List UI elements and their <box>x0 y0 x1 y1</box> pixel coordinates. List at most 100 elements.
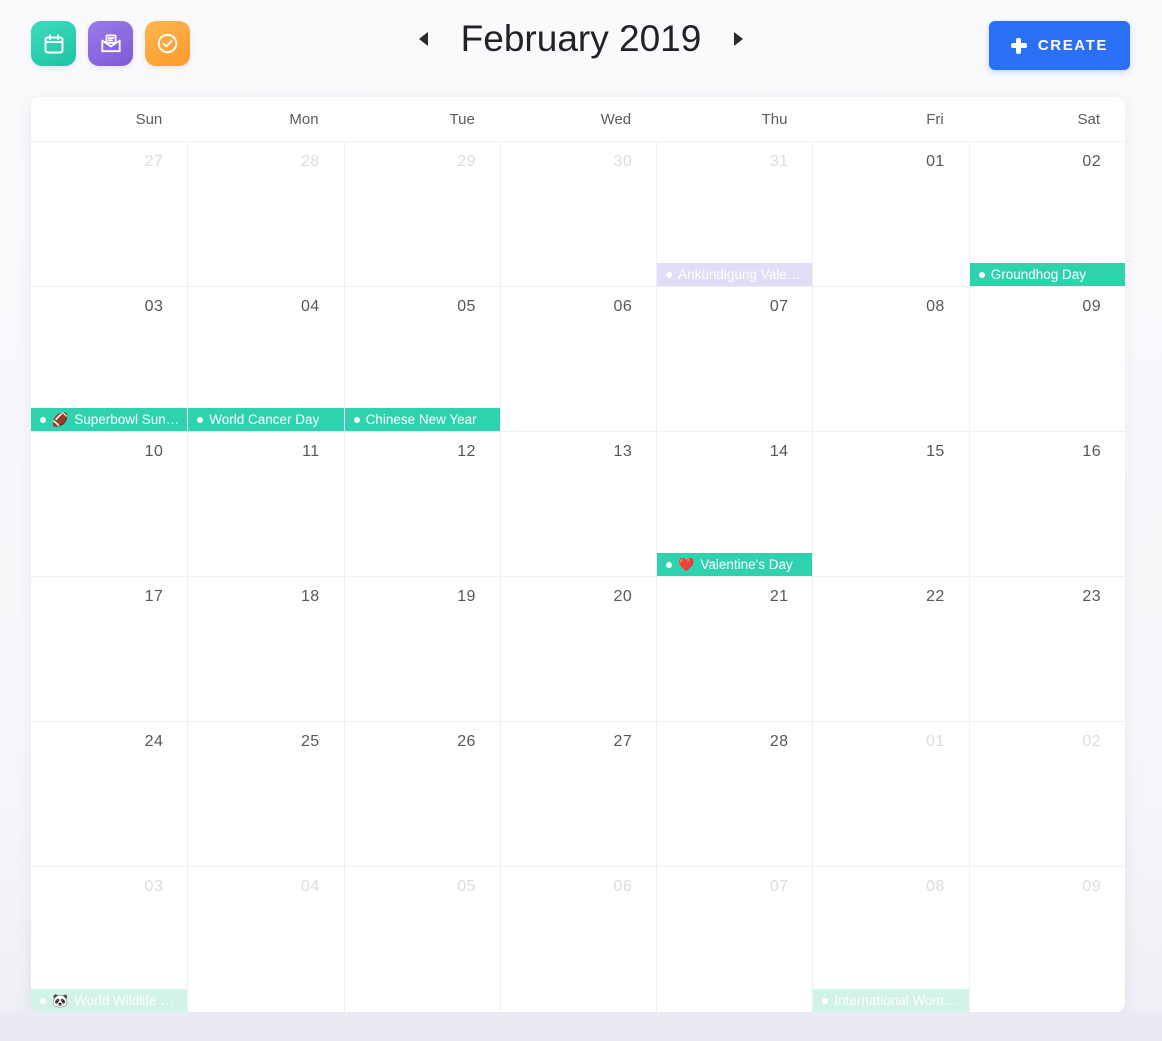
day-cell[interactable]: 05 <box>343 867 500 1012</box>
event-stack: Ankündigung Valen… <box>657 263 813 286</box>
day-cell[interactable]: 08 International Wom… <box>812 867 969 1012</box>
plus-icon <box>1010 37 1027 54</box>
day-cell[interactable]: 06 <box>499 287 656 431</box>
day-number: 06 <box>613 298 633 315</box>
day-cell[interactable]: 17 <box>31 577 187 721</box>
day-cell[interactable]: 23 <box>968 577 1125 721</box>
event-dot-icon <box>40 416 46 423</box>
weekday-header-thu: Thu <box>761 110 788 128</box>
footer-strip <box>0 1012 1162 1041</box>
mail-app-icon[interactable] <box>88 21 133 66</box>
calendar-app: February 2019 CREATE Sun Mon Tue Wed Thu Fri S… <box>0 0 1162 1041</box>
day-cell[interactable]: 08 <box>812 287 968 431</box>
day-number: 09 <box>1082 298 1101 315</box>
chevron-right-icon <box>733 32 743 46</box>
day-cell[interactable]: 14 ❤️ Valentine's Day <box>656 432 813 576</box>
create-button-label: CREATE <box>1037 37 1108 54</box>
event-stack: International Wom… <box>813 989 969 1012</box>
day-cell[interactable]: 21 <box>656 577 812 721</box>
event-stack: World Cancer Day <box>188 408 344 431</box>
calendar-app-icon[interactable] <box>31 21 76 66</box>
top-bar: February 2019 CREATE <box>0 0 1162 92</box>
day-cell[interactable]: 27 <box>31 142 187 286</box>
calendar-event[interactable]: 🏈 Superbowl Sund… <box>31 408 188 431</box>
day-number: 02 <box>1082 153 1101 170</box>
event-dot-icon <box>40 997 46 1004</box>
day-cell[interactable]: 18 <box>187 577 343 721</box>
calendar-event[interactable]: Ankündigung Valen… <box>657 263 813 286</box>
day-cell[interactable]: 03 🏈 Superbowl Sund… <box>31 287 188 431</box>
day-cell[interactable]: 29 <box>343 142 500 286</box>
day-number: 19 <box>457 588 476 605</box>
day-cell[interactable]: 04 <box>187 867 343 1012</box>
day-cell[interactable]: 26 <box>343 722 500 866</box>
calendar-event[interactable]: Chinese New Year <box>344 408 500 431</box>
day-number: 13 <box>613 443 633 460</box>
day-cell[interactable]: 25 <box>187 722 343 866</box>
day-number: 30 <box>613 153 633 170</box>
day-number: 09 <box>1082 878 1101 895</box>
calendar-event[interactable]: ❤️ Valentine's Day <box>657 553 813 576</box>
day-cell[interactable]: 07 <box>656 287 812 431</box>
event-stack: ❤️ Valentine's Day <box>657 553 813 576</box>
event-emoji-icon: 🏈 <box>52 412 69 427</box>
app-switcher <box>31 21 190 66</box>
day-cell[interactable]: 28 <box>656 722 812 866</box>
day-number: 05 <box>457 878 476 895</box>
calendar-event[interactable]: 🐼 World Wildlife Day <box>31 989 188 1012</box>
previous-month-button[interactable] <box>413 19 435 59</box>
day-cell[interactable]: 22 <box>812 577 968 721</box>
day-cell[interactable]: 02 <box>968 722 1125 866</box>
day-number: 12 <box>457 443 476 460</box>
day-cell[interactable]: 09 <box>968 287 1125 431</box>
day-number: 23 <box>1082 588 1101 605</box>
calendar-icon <box>42 32 66 56</box>
day-cell[interactable]: 27 <box>499 722 656 866</box>
event-dot-icon <box>353 416 360 423</box>
event-stack: Chinese New Year <box>344 408 500 431</box>
day-cell[interactable]: 05 Chinese New Year <box>343 287 500 431</box>
day-cell[interactable]: 02 Groundhog Day <box>968 142 1125 286</box>
week-row: 17 18 19 20 21 22 23 <box>31 577 1125 722</box>
next-month-button[interactable] <box>727 19 749 59</box>
day-cell[interactable]: 20 <box>499 577 656 721</box>
day-cell[interactable]: 19 <box>343 577 500 721</box>
event-title: World Cancer Day <box>209 412 320 427</box>
day-cell[interactable]: 12 <box>343 432 500 576</box>
day-cell[interactable]: 15 <box>812 432 968 576</box>
day-cell[interactable]: 28 <box>187 142 343 286</box>
day-number: 18 <box>300 588 320 605</box>
day-cell[interactable]: 10 <box>31 432 187 576</box>
day-cell[interactable]: 16 <box>968 432 1125 576</box>
day-cell[interactable]: 09 <box>968 867 1125 1012</box>
day-number: 16 <box>1082 443 1101 460</box>
day-number: 08 <box>926 878 945 895</box>
event-dot-icon <box>666 561 673 568</box>
day-cell[interactable]: 01 <box>812 722 968 866</box>
calendar-event[interactable]: World Cancer Day <box>188 408 344 431</box>
day-cell[interactable]: 01 <box>812 142 968 286</box>
day-cell[interactable]: 07 <box>656 867 812 1012</box>
tasks-app-icon[interactable] <box>145 21 190 66</box>
day-cell[interactable]: 24 <box>31 722 187 866</box>
weekday-header-sat: Sat <box>1077 110 1100 128</box>
calendar-event[interactable]: Groundhog Day <box>969 263 1125 286</box>
create-button[interactable]: CREATE <box>988 21 1130 70</box>
day-number: 21 <box>769 588 789 605</box>
day-number: 04 <box>300 878 320 895</box>
day-number: 07 <box>769 298 789 315</box>
day-cell[interactable]: 03 🐼 World Wildlife Day <box>31 867 188 1012</box>
day-cell[interactable]: 04 World Cancer Day <box>187 287 344 431</box>
day-cell[interactable]: 30 <box>499 142 656 286</box>
day-cell[interactable]: 06 <box>499 867 656 1012</box>
calendar-event[interactable]: International Wom… <box>813 989 969 1012</box>
day-cell[interactable]: 11 <box>187 432 343 576</box>
day-cell[interactable]: 31 Ankündigung Valen… <box>656 142 813 286</box>
day-number: 27 <box>144 153 164 170</box>
day-number: 28 <box>300 153 320 170</box>
day-cell[interactable]: 13 <box>499 432 656 576</box>
day-number: 15 <box>926 443 945 460</box>
event-title: Ankündigung Valen… <box>678 267 807 282</box>
event-stack: 🏈 Superbowl Sund… <box>31 408 188 431</box>
day-number: 17 <box>144 588 164 605</box>
